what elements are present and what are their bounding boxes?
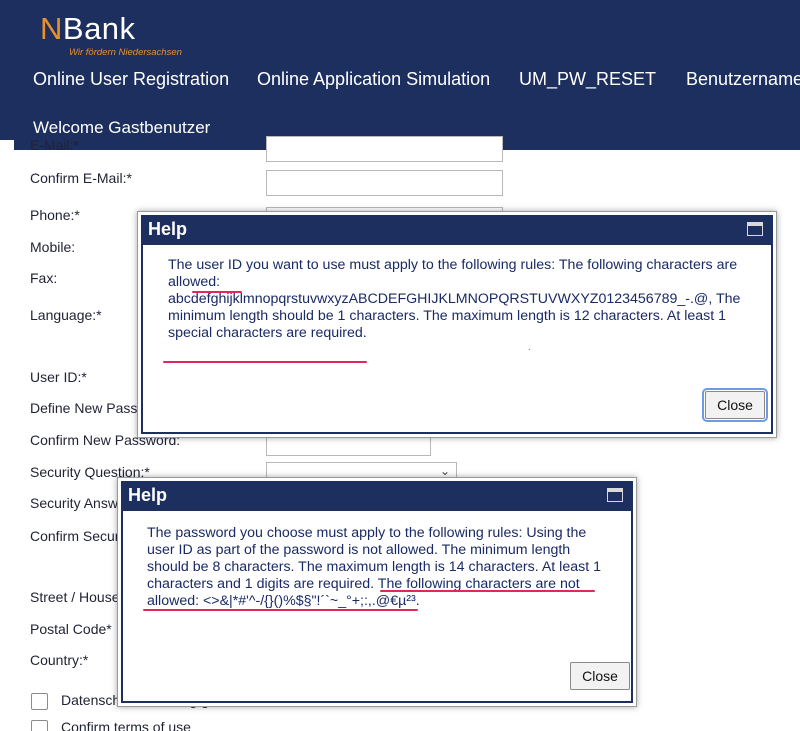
rules-line: user ID as part of the password is not a…	[147, 542, 571, 558]
close-button[interactable]: Close	[702, 388, 768, 422]
password-help-dialog: Help The password you choose must apply …	[117, 477, 637, 707]
maximize-icon[interactable]	[747, 222, 763, 236]
nbank-logo[interactable]: NBank Wir fördern Niedersachsen	[40, 11, 182, 59]
chevron-down-icon: ⌄	[439, 464, 450, 478]
nav-um-pw-reset[interactable]: UM_PW_RESET	[519, 69, 656, 90]
close-button[interactable]: Close	[570, 662, 630, 690]
email-label: E-Mail:*	[30, 137, 80, 153]
phone-label: Phone:*	[30, 207, 80, 223]
email-field[interactable]	[266, 136, 503, 162]
dialog-body: The password you choose must apply to th…	[121, 511, 633, 703]
privacy-checkbox[interactable]	[31, 693, 48, 710]
mobile-label: Mobile:	[30, 239, 76, 255]
user-id-label: User ID:*	[30, 369, 87, 385]
confirm-email-label: Confirm E-Mail:*	[30, 170, 132, 186]
annotation-underline-special-chars	[163, 361, 367, 363]
user-id-help-dialog: Help The user ID you want to use must ap…	[137, 211, 777, 438]
dialog-title: Help	[148, 219, 188, 239]
stray-dot: .	[528, 342, 531, 353]
nav-benutzername[interactable]: Benutzername	[686, 69, 800, 90]
rules-line: should be 8 characters. The maximum leng…	[147, 559, 601, 575]
rules-line: The user ID you want to use must apply t…	[168, 257, 738, 273]
rules-line: The password you choose must apply to th…	[147, 525, 587, 541]
terms-checkbox-label: Confirm terms of use	[61, 719, 191, 731]
annotation-underline-not-allowed	[380, 590, 595, 592]
rules-line: special characters are required.	[168, 325, 367, 341]
dialog-body: The user ID you want to use must apply t…	[141, 245, 773, 434]
logo-wordmark: NBank	[40, 11, 136, 46]
password-rules-text: The password you choose must apply to th…	[147, 525, 637, 610]
dialog-title-bar: Help	[121, 481, 633, 511]
country-label: Country:*	[30, 652, 89, 668]
rules-line: minimum length should be 1 characters. T…	[168, 308, 727, 324]
welcome-text: Welcome Gastbenutzer	[33, 118, 211, 137]
annotation-underline-user-id	[192, 291, 242, 293]
nav-online-application-simulation[interactable]: Online Application Simulation	[257, 69, 490, 90]
maximize-icon[interactable]	[607, 488, 623, 502]
dialog-title-bar: Help	[141, 215, 773, 245]
language-label: Language:*	[30, 307, 102, 323]
rules-line: allowed: <>&|*#'^-/{}()%$§"!´`~_°+;:,.@€…	[147, 593, 420, 609]
rules-line: allowed:	[168, 274, 221, 290]
top-navigation-bar: NBank Wir fördern Niedersachsen Online U…	[0, 0, 800, 150]
user-id-rules-text: The user ID you want to use must apply t…	[168, 257, 778, 342]
dialog-title: Help	[128, 485, 168, 505]
page-edge	[0, 140, 14, 150]
terms-checkbox[interactable]	[31, 720, 48, 731]
annotation-underline-char-list	[143, 609, 418, 611]
nav-online-user-registration[interactable]: Online User Registration	[33, 69, 229, 90]
postal-code-label: Postal Code*	[30, 621, 112, 637]
fax-label: Fax:	[30, 270, 58, 286]
logo-tagline: Wir fördern Niedersachsen	[69, 47, 182, 58]
rules-line: abcdefghijklmnopqrstuvwxyzABCDEFGHIJKLMN…	[168, 291, 741, 307]
confirm-email-field[interactable]	[266, 170, 503, 196]
